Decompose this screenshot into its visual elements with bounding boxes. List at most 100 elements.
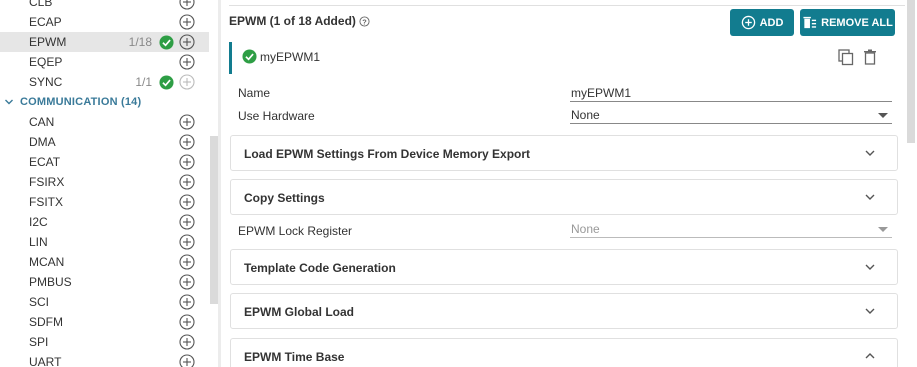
section-time-base[interactable]: EPWM Time Base	[230, 338, 898, 367]
sidebar-item-label: LIN	[29, 235, 48, 249]
dropdown-arrow-icon	[878, 113, 888, 118]
add-circle-icon[interactable]	[179, 334, 195, 350]
add-circle-icon	[179, 74, 195, 90]
add-circle-icon[interactable]	[179, 214, 195, 230]
section-global-load[interactable]: EPWM Global Load	[230, 293, 898, 329]
add-circle-icon	[741, 15, 755, 30]
sidebar-item-eqep[interactable]: EQEP	[0, 52, 209, 72]
add-circle-icon[interactable]	[179, 294, 195, 310]
sidebar-item-label: MCAN	[29, 255, 65, 269]
check-circle-icon	[242, 49, 257, 64]
add-circle-icon[interactable]	[179, 194, 195, 210]
chevron-down-icon	[865, 264, 875, 270]
help-icon[interactable]: ?	[359, 15, 370, 27]
sidebar-item-label: EQEP	[29, 55, 63, 69]
add-circle-icon[interactable]	[179, 54, 195, 70]
chevron-down-icon	[865, 194, 875, 200]
sidebar-item-label: PMBUS	[29, 275, 72, 289]
sidebar-item-label: SDFM	[29, 315, 63, 329]
remove-all-label: REMOVE ALL	[821, 16, 893, 29]
category-communication[interactable]: COMMUNICATION (14)	[0, 92, 209, 112]
sidebar-item-fsitx[interactable]: FSITX	[0, 192, 209, 212]
sidebar-item-ecap[interactable]: ECAP	[0, 12, 209, 32]
sidebar-item-sync[interactable]: SYNC 1/1	[0, 72, 209, 92]
module-panel: EPWM (1 of 18 Added) ? ADD REMOVE ALL my…	[229, 0, 905, 367]
name-field[interactable]: myEPWM1	[570, 86, 892, 102]
add-button-label: ADD	[759, 16, 784, 29]
add-circle-icon[interactable]	[179, 314, 195, 330]
chevron-down-icon	[865, 150, 875, 156]
svg-text:?: ?	[362, 17, 367, 26]
remove-all-button[interactable]: REMOVE ALL	[800, 9, 895, 36]
section-copy-settings[interactable]: Copy Settings	[230, 179, 898, 215]
chevron-up-icon	[865, 353, 875, 359]
section-template-code[interactable]: Template Code Generation	[230, 249, 898, 285]
add-circle-icon[interactable]	[179, 14, 195, 30]
sidebar-item-epwm[interactable]: EPWM 1/18	[0, 32, 209, 52]
trash-icon[interactable]	[863, 49, 877, 65]
section-title: Template Code Generation	[244, 261, 396, 275]
panel-title: EPWM (1 of 18 Added) ?	[229, 14, 370, 28]
copy-icon[interactable]	[838, 49, 854, 66]
sidebar-item-fsirx[interactable]: FSIRX	[0, 172, 209, 192]
sidebar-item-label: SYNC	[29, 75, 63, 89]
use-hardware-select[interactable]: None	[570, 108, 892, 124]
instance-count: 1/18	[128, 35, 152, 49]
sidebar-item-uart[interactable]: UART	[0, 352, 209, 367]
add-circle-icon[interactable]	[179, 234, 195, 250]
sidebar-item-mcan[interactable]: MCAN	[0, 252, 209, 272]
add-circle-icon[interactable]	[179, 174, 195, 190]
add-circle-icon[interactable]	[179, 254, 195, 270]
instance-item[interactable]: myEPWM1	[242, 49, 320, 64]
use-hardware-label: Use Hardware	[238, 109, 315, 123]
sidebar-item-label: I2C	[29, 215, 48, 229]
section-title: EPWM Global Load	[244, 305, 354, 319]
name-label: Name	[238, 86, 271, 100]
name-field-value: myEPWM1	[571, 86, 631, 100]
add-button[interactable]: ADD	[730, 9, 794, 36]
sidebar-item-lin[interactable]: LIN	[0, 232, 209, 252]
sidebar-item-sdfm[interactable]: SDFM	[0, 312, 209, 332]
sidebar-item-i2c[interactable]: I2C	[0, 212, 209, 232]
chevron-down-icon	[865, 308, 875, 314]
sidebar-item-spi[interactable]: SPI	[0, 332, 209, 352]
sidebar-item-pmbus[interactable]: PMBUS	[0, 272, 209, 292]
sidebar-item-label: UART	[29, 355, 62, 367]
check-circle-icon	[159, 75, 174, 90]
sidebar-item-label: SCI	[29, 295, 50, 309]
sidebar-item-sci[interactable]: SCI	[0, 292, 209, 312]
add-circle-icon[interactable]	[179, 34, 195, 50]
sidebar-item-label: FSITX	[29, 195, 64, 209]
add-circle-icon[interactable]	[179, 154, 195, 170]
instance-count: 1/1	[135, 75, 152, 89]
panel-divider[interactable]	[218, 0, 221, 367]
main-scrollbar[interactable]	[907, 0, 915, 143]
sidebar-item-ecat[interactable]: ECAT	[0, 152, 209, 172]
check-circle-icon	[159, 35, 174, 50]
lock-register-value: None	[571, 222, 600, 236]
sidebar-item-label: SPI	[29, 335, 49, 349]
instance-selected-bar	[229, 42, 232, 74]
section-title: Load EPWM Settings From Device Memory Ex…	[244, 147, 531, 161]
chevron-down-icon	[5, 99, 13, 105]
add-circle-icon[interactable]	[179, 0, 195, 10]
sidebar-scrollbar[interactable]	[210, 136, 218, 304]
lock-register-label: EPWM Lock Register	[238, 224, 353, 238]
sidebar-item-label: ECAP	[29, 15, 62, 29]
section-load-settings[interactable]: Load EPWM Settings From Device Memory Ex…	[230, 135, 898, 171]
add-circle-icon[interactable]	[179, 274, 195, 290]
sidebar-item-dma[interactable]: DMA	[0, 132, 209, 152]
panel-title-text: EPWM (1 of 18 Added)	[229, 14, 356, 28]
sidebar-item-clb[interactable]: CLB	[0, 0, 209, 12]
delete-list-icon	[803, 16, 817, 29]
add-circle-icon[interactable]	[179, 134, 195, 150]
sidebar-item-label: ECAT	[29, 155, 61, 169]
sidebar-item-can[interactable]: CAN	[0, 112, 209, 132]
use-hardware-value: None	[571, 108, 600, 122]
sidebar-item-label: FSIRX	[29, 175, 65, 189]
add-circle-icon[interactable]	[179, 354, 195, 367]
section-title: EPWM Time Base	[244, 350, 345, 364]
sidebar-item-label: DMA	[29, 135, 56, 149]
top-divider	[229, 5, 905, 6]
add-circle-icon[interactable]	[179, 114, 195, 130]
